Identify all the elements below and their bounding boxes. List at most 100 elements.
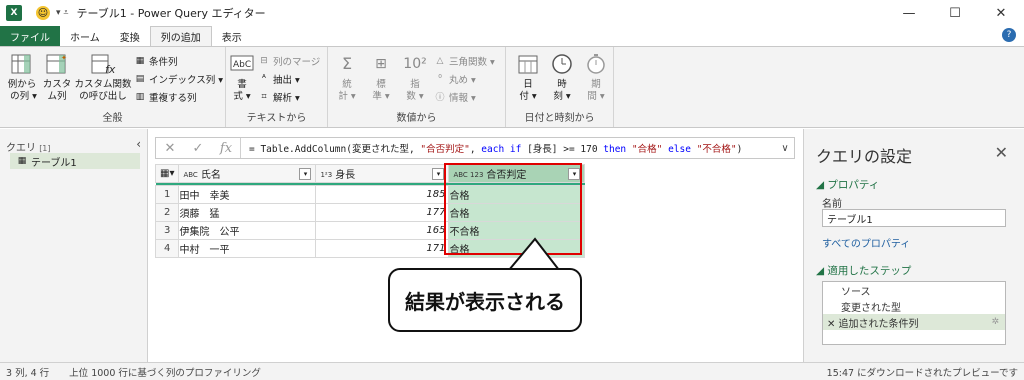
- tab-add-column[interactable]: 列の追加: [149, 26, 212, 46]
- tab-view[interactable]: 表示: [212, 26, 252, 46]
- properties-header[interactable]: ◢ プロパティ: [816, 177, 879, 192]
- filter-dropdown-icon[interactable]: ▾: [432, 168, 445, 180]
- column-from-examples-button[interactable]: 例から の列 ▾: [6, 51, 38, 103]
- queries-pane: クエリ [1] ‹ ▦ テーブル1: [0, 129, 148, 362]
- table-row: 2 須藤 猛 177 合格: [154, 203, 586, 222]
- number-type-icon[interactable]: 1²3: [320, 171, 332, 179]
- profiling-status[interactable]: 上位 1000 行に基づく列のプロファイリング: [69, 365, 261, 379]
- cell-name[interactable]: 伊集院 公平: [178, 221, 317, 240]
- ribbon-tabs: ファイル ホーム 変換 列の追加 表示: [0, 26, 1024, 46]
- gear-icon[interactable]: ✲: [991, 317, 999, 327]
- merge-columns-button[interactable]: ⊟ 列のマージ: [258, 53, 320, 68]
- step-source[interactable]: ソース: [823, 282, 1005, 298]
- confirm-formula-icon[interactable]: ✓: [184, 141, 212, 156]
- info-button[interactable]: ⓘ 情報 ▾: [434, 89, 475, 104]
- tab-transform[interactable]: 変換: [110, 26, 150, 46]
- format-button[interactable]: AbC 書 式 ▾: [228, 51, 256, 103]
- smiley-icon[interactable]: ☺: [36, 6, 50, 20]
- group-label-datetime: 日付と時刻から: [524, 113, 595, 124]
- column-header-result[interactable]: ABC 123 合否判定 ▾: [448, 164, 586, 183]
- query-name-input[interactable]: テーブル1: [822, 209, 1006, 227]
- step-added-conditional-column[interactable]: ✕ 追加された条件列 ✲: [823, 314, 1005, 330]
- duplicate-column-icon: ▥: [135, 91, 145, 102]
- cell-name[interactable]: 田中 幸美: [178, 185, 317, 204]
- cell-height[interactable]: 177: [315, 203, 450, 222]
- rounding-icon: ⁰: [438, 73, 442, 84]
- extract-button[interactable]: ᴬ 抽出 ▾: [258, 71, 300, 86]
- group-label-text: テキストから: [246, 113, 307, 124]
- fx-icon[interactable]: fx: [212, 141, 240, 156]
- scientific-button[interactable]: 10² 指 数 ▾: [400, 51, 430, 103]
- step-changed-type[interactable]: 変更された型: [823, 298, 1005, 314]
- preview-timestamp: 15:47 にダウンロードされたプレビューです: [826, 367, 1018, 379]
- settings-title: クエリの設定: [816, 147, 913, 166]
- formula-input[interactable]: = Table.AddColumn(変更された型, "合否判定", each i…: [241, 141, 776, 155]
- cell-height[interactable]: 185: [315, 185, 450, 204]
- duplicate-column-button[interactable]: ▥ 重複する列: [134, 89, 197, 104]
- cell-height[interactable]: 165: [315, 221, 450, 240]
- window-title: テーブル1 - Power Query エディター: [76, 7, 266, 20]
- close-settings-icon[interactable]: ✕: [995, 143, 1008, 162]
- group-general: 例から の列 ▾ ✦ カスタ ム列 fx カスタム関数 の呼び出し ▦ 条件列 ▤…: [0, 47, 226, 127]
- name-label: 名前: [822, 199, 842, 210]
- svg-text:✦: ✦: [61, 54, 67, 62]
- cell-result[interactable]: 合格: [448, 203, 586, 222]
- cancel-formula-icon[interactable]: ✕: [156, 141, 184, 156]
- stopwatch-icon: [583, 51, 609, 77]
- applied-steps-list: ソース 変更された型 ✕ 追加された条件列 ✲: [822, 281, 1006, 345]
- any-type-icon[interactable]: ABC 123: [453, 171, 483, 179]
- table-icon: ▦: [17, 156, 27, 166]
- trig-button[interactable]: △ 三角関数 ▾: [434, 53, 495, 68]
- index-column-button[interactable]: ▤ インデックス列 ▾: [134, 71, 223, 86]
- statistics-icon: Σ: [341, 54, 353, 73]
- trig-icon: △: [436, 55, 444, 66]
- duration-button[interactable]: 期 間 ▾: [582, 51, 610, 103]
- column-header-name[interactable]: ABC 氏名 ▾: [178, 164, 317, 183]
- conditional-column-button[interactable]: ▦ 条件列: [134, 53, 178, 68]
- conditional-column-icon: ▦: [135, 55, 145, 66]
- custom-column-button[interactable]: ✦ カスタ ム列: [42, 51, 72, 103]
- clock-icon: [549, 51, 575, 77]
- invoke-custom-function-button[interactable]: fx カスタム関数 の呼び出し: [75, 51, 132, 103]
- date-button[interactable]: 日 付 ▾: [514, 51, 542, 103]
- filter-dropdown-icon[interactable]: ▾: [568, 168, 581, 180]
- cell-height[interactable]: 171: [315, 239, 450, 258]
- svg-text:fx: fx: [105, 63, 116, 76]
- standard-icon: ⊞: [375, 56, 387, 72]
- statistics-button[interactable]: Σ 統 計 ▾: [332, 51, 362, 103]
- group-text: AbC 書 式 ▾ ⊟ 列のマージ ᴬ 抽出 ▾ ⌗ 解析 ▾ テキストから: [226, 47, 328, 127]
- time-button[interactable]: 時 刻 ▾: [548, 51, 576, 103]
- text-type-icon[interactable]: ABC: [183, 171, 197, 179]
- close-button[interactable]: ✕: [978, 0, 1024, 26]
- rounding-button[interactable]: ⁰ 丸め ▾: [434, 71, 476, 86]
- cell-name[interactable]: 須藤 猛: [178, 203, 317, 222]
- cell-name[interactable]: 中村 一平: [178, 239, 317, 258]
- table-menu-button[interactable]: ▦▾: [154, 164, 180, 183]
- tab-home[interactable]: ホーム: [60, 26, 110, 46]
- maximize-button[interactable]: ☐: [932, 0, 978, 26]
- parse-button[interactable]: ⌗ 解析 ▾: [258, 89, 299, 104]
- callout-bubble: 結果が表示される: [388, 268, 582, 332]
- collapse-pane-icon[interactable]: ‹: [136, 137, 141, 151]
- minimize-button[interactable]: —: [886, 0, 932, 26]
- quick-access-dropdown-icon[interactable]: ▾ ⩡: [56, 8, 68, 18]
- cell-result[interactable]: 合格: [448, 185, 586, 204]
- column-from-examples-icon: [9, 51, 35, 77]
- index-column-icon: ▤: [135, 73, 145, 84]
- scientific-icon: 10²: [403, 56, 427, 72]
- expand-formula-icon[interactable]: ∨: [776, 143, 794, 154]
- filter-dropdown-icon[interactable]: ▾: [299, 168, 312, 180]
- queries-title: クエリ [1]: [6, 143, 51, 154]
- applied-steps-header[interactable]: ◢ 適用したステップ: [816, 263, 911, 278]
- merge-columns-icon: ⊟: [260, 55, 268, 66]
- standard-button[interactable]: ⊞ 標 準 ▾: [366, 51, 396, 103]
- query-item[interactable]: ▦ テーブル1: [10, 153, 140, 169]
- all-properties-link[interactable]: すべてのプロパティ: [822, 235, 910, 250]
- ribbon: 例から の列 ▾ ✦ カスタ ム列 fx カスタム関数 の呼び出し ▦ 条件列 ▤…: [0, 46, 1024, 128]
- help-icon[interactable]: ?: [1002, 28, 1016, 42]
- table-menu-icon: ▦▾: [160, 168, 175, 179]
- status-bar: 3 列, 4 行 上位 1000 行に基づく列のプロファイリング 15:47 に…: [0, 362, 1024, 380]
- column-header-height[interactable]: 1²3 身長 ▾: [315, 164, 450, 183]
- tab-file[interactable]: ファイル: [0, 26, 60, 46]
- format-icon: AbC: [229, 51, 255, 77]
